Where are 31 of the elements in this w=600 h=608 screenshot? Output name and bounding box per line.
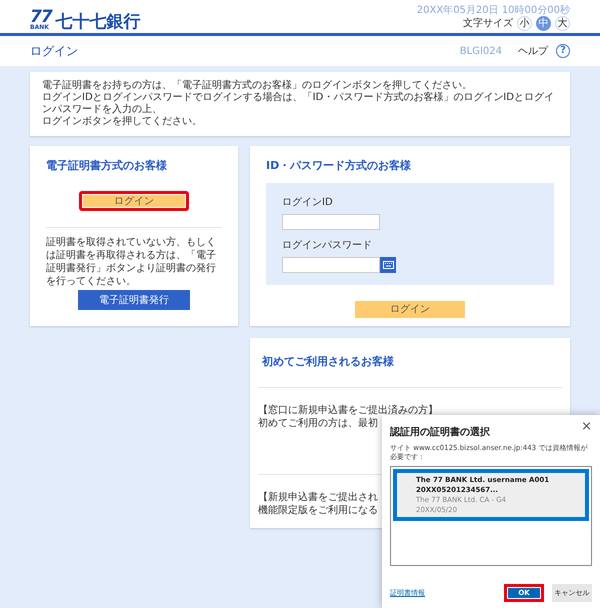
screen-id: BLGI024	[460, 44, 502, 58]
body-text: 機能限定版をご利用になる	[258, 504, 378, 516]
issue-certificate-button[interactable]: 電子証明書発行	[78, 290, 190, 310]
input-field[interactable]	[282, 256, 380, 272]
card-title: ID・パスワード方式のお客様	[266, 158, 412, 174]
body-text: 初めてご利用の方は、最初	[258, 416, 378, 430]
page-title: ログイン	[30, 43, 78, 60]
login-button[interactable]: ログイン	[79, 190, 189, 210]
field-label: ログインID	[282, 196, 334, 210]
notice-text: ログインボタンを押してください。	[42, 116, 203, 128]
body-text: 【窓口に新規申込書をご提出済みの方】	[258, 404, 438, 416]
card-title: 電子証明書方式のお客様	[46, 158, 168, 174]
field-label: ログインパスワード	[282, 238, 373, 252]
card-title: 初めてご利用されるお客様	[260, 354, 395, 370]
font-size-label: 文字サイズ	[463, 16, 513, 31]
bank-name: 七十七銀行	[56, 13, 141, 31]
input-field[interactable]	[282, 214, 380, 230]
login-button[interactable]: ログイン	[355, 300, 465, 318]
datetime: 20XX年05月20日 10時00分00秒	[416, 5, 570, 16]
help-icon[interactable]: ?	[556, 44, 570, 58]
close-button[interactable]: ×	[581, 421, 592, 433]
description-text: 証明書を取得されていない方、もしくは証明書を再取得される方は、「電子証明書発行」ボタンより証明書の発行を行ってください。	[46, 236, 217, 288]
notice-text: ログインIDとログインパスワードでログインする場合は、「ID・パスワード方式のお客様」のログインIDとログインパスワードを入力の上、	[42, 92, 555, 116]
notice-text: 電子証明書をお持ちの方は、「電子証明書方式のお客様」のログインボタンを押してください。	[42, 80, 473, 92]
font-size-option[interactable]: 大	[555, 16, 570, 31]
dialog-title: 認証用の証明書の選択	[390, 426, 490, 440]
body-text: 【新規申込書をご提出され	[258, 490, 378, 504]
keyboard-icon[interactable]	[380, 256, 396, 272]
help-link[interactable]: ヘルプ	[518, 44, 548, 58]
logo-number: 77	[30, 10, 52, 25]
font-size-option[interactable]: 小	[517, 16, 532, 31]
